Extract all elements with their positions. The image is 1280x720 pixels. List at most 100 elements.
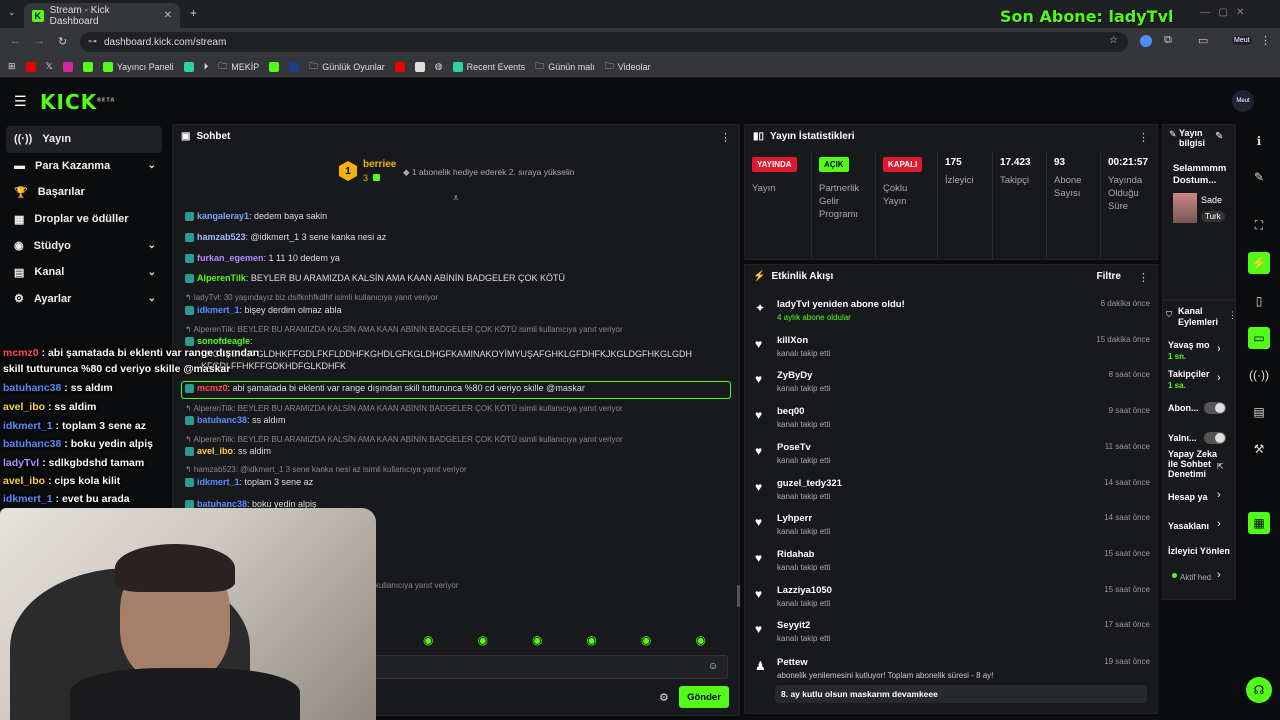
chat-username[interactable]: hamzab523 [197,232,246,242]
bookmark-gunluk-oyunlar[interactable]: 🗀 Günlük Oyunlar [309,59,385,75]
chevron-right-icon[interactable]: › [1217,489,1221,501]
external-link-icon[interactable]: ⇱ [1217,462,1224,471]
browser-tab[interactable]: K Stream - Kick Dashboard ✕ [24,3,180,28]
activity-item[interactable]: ♥ Lyhperr kanalı takip etti 14 saat önce [755,513,1150,549]
apps-grid-icon[interactable]: ⊞ [8,61,16,72]
sidebar-item-yayin[interactable]: ((·)) Yayın [6,126,162,153]
youtube-bookmark-icon[interactable] [25,61,36,72]
bookmark-videolar[interactable]: 🗀 Videolar [605,59,651,75]
bookmark-recent-events[interactable]: Recent Events [452,61,525,72]
support-headset-icon[interactable]: ☊ [1246,677,1272,703]
sidebar-item-droplar[interactable]: ▦ Droplar ve ödüller [0,206,170,233]
sidepanel-icon[interactable]: ▭ [1198,34,1208,47]
sidebar-item-para-kazanma[interactable]: ▬ Para Kazanma ⌄ [0,153,170,180]
chat-username[interactable]: batuhanc38 [197,415,247,425]
new-tab-icon[interactable]: + [190,6,197,20]
browser-menu-icon[interactable]: ⋮ [1260,34,1271,47]
kick-bookmark-icon-2[interactable] [269,61,280,72]
lightning-icon[interactable]: ⚡ [1248,252,1270,274]
sidebar-item-ayarlar[interactable]: ⚙ Ayarlar ⌄ [0,286,170,313]
wrench-icon[interactable]: ⚒ [1248,438,1270,460]
chat-scrollbar[interactable] [737,585,740,607]
extensions-puzzle-icon[interactable]: ⧉ [1164,34,1172,47]
action-followers-only[interactable]: Takipçiler 1 sa. [1168,369,1209,391]
action-ai-moderation[interactable]: Yapay Zeka ile Sohbet Denetimi [1168,449,1218,479]
edit-icon[interactable]: ✎ [1248,166,1270,188]
user-avatar[interactable]: Meut [1232,90,1254,112]
hamburger-menu-icon[interactable]: ☰ [14,93,27,110]
bookmark-icon-b[interactable]: ⏵ [204,61,209,72]
tab-list-icon[interactable]: ⌄ [8,7,16,18]
activity-item[interactable]: ♥ beq00 kanalı takip etti 9 saat önce [755,406,1150,442]
emote-quickbar[interactable]: ◉◉◉◉◉◉ [423,633,750,647]
edit-icon[interactable]: ✎ [1215,131,1223,142]
globe-icon[interactable]: ◍ [435,61,443,72]
stats-menu-icon[interactable]: ⋮ [1138,131,1149,144]
broadcast-icon[interactable]: ((·)) [1248,364,1270,386]
action-viewer-redirect[interactable]: İzleyici Yönlen [1168,546,1230,557]
activity-item[interactable]: ♥ PoseTv kanalı takip etti 11 saat önce [755,442,1150,478]
channel-actions-menu-icon[interactable]: ⋮ [1228,310,1237,321]
bookmark-yayinci-paneli[interactable]: Yayıncı Paneli [102,61,174,72]
url-field[interactable]: ⊶ dashboard.kick.com/stream ☆ [80,32,1128,52]
clipboard-icon[interactable]: ▤ [1248,401,1270,423]
emoji-icon[interactable]: ☺ [708,661,718,672]
gifter-name[interactable]: berriee [363,159,396,170]
send-button[interactable]: Gönder [679,686,729,708]
chat-username[interactable]: furkan_egemen [197,253,264,263]
activity-item[interactable]: ♥ Lazziya1050 kanalı takip etti 15 saat önc… [755,585,1150,621]
clapperboard-icon[interactable]: ▦ [1248,512,1270,534]
chevron-right-icon[interactable]: › [1217,372,1221,384]
activity-item[interactable]: ♥ guzel_tedy321 kanalı takip etti 14 saat ö… [755,478,1150,514]
bookmark-gunun-mali[interactable]: 🗀 Günün malı [535,59,595,75]
bookmark-icon-d[interactable] [414,61,425,72]
chevron-right-icon[interactable]: › [1217,569,1221,581]
chat-username[interactable]: avel_ibo [197,446,233,456]
info-icon[interactable]: ℹ [1248,130,1270,152]
kick-bookmark-icon[interactable] [82,61,93,72]
sidebar-item-basarilar[interactable]: 🏆 Başarılar [0,179,170,206]
chat-username[interactable]: idkmert_1 [197,477,240,487]
chat-username[interactable]: kangaleray1 [197,211,249,221]
activity-item[interactable]: ♥ killXon kanalı takip etti 15 dakika önce [755,335,1150,371]
activity-item[interactable]: ♥ Ridahab kanalı takip etti 15 saat önce [755,549,1150,585]
back-icon[interactable]: ← [10,35,21,47]
forward-icon[interactable]: → [34,35,45,47]
subscribers-only-toggle[interactable] [1204,402,1226,414]
profile-avatar[interactable]: Meut [1232,36,1252,45]
action-account-age[interactable]: Hesap ya [1168,492,1208,503]
close-tab-icon[interactable]: ✕ [164,10,172,21]
chat-input[interactable] [373,655,728,679]
chat-menu-icon[interactable]: ⋮ [720,131,731,144]
site-info-icon[interactable]: ⊶ [88,36,97,47]
action-slow-mode[interactable]: Yavaş mo 1 sn. [1168,340,1210,362]
action-active-target[interactable]: Aktif hed [1180,572,1211,583]
x-bookmark-icon[interactable]: 𝕏 [46,61,53,72]
chevron-right-icon[interactable]: › [1217,343,1221,355]
bookmark-icon-c[interactable] [289,61,300,72]
chevron-right-icon[interactable]: › [1217,518,1221,530]
activity-item[interactable]: ♥ Seyyit2 kanalı takip etti 17 saat önce [755,620,1150,656]
chat-settings-gear-icon[interactable]: ⚙ [659,691,669,704]
emote-only-toggle[interactable] [1204,432,1226,444]
filter-button[interactable]: Filtre [1097,271,1121,282]
screenshot-icon[interactable]: ⛶ [1248,214,1270,236]
activity-item[interactable]: ✦ ladyTvl yeniden abone oldu! 4 aylık abon… [755,299,1150,335]
action-banned[interactable]: Yasaklanı [1168,521,1209,532]
collapse-pinned-icon[interactable]: ⩡ [453,193,459,204]
youtube-bookmark-icon-2[interactable] [394,61,405,72]
instagram-bookmark-icon[interactable] [62,61,73,72]
activity-item[interactable]: ♥ ZyByDy kanalı takip etti 8 saat önce [755,370,1150,406]
chat-icon[interactable]: ▭ [1248,327,1270,349]
kick-logo[interactable]: KICKBETA [40,90,115,114]
activity-menu-icon[interactable]: ⋮ [1138,271,1149,284]
document-icon[interactable]: ▯ [1248,290,1270,312]
bookmark-star-icon[interactable]: ☆ [1109,35,1118,46]
sidebar-item-studyo[interactable]: ◉ Stüdyo ⌄ [0,232,170,259]
chat-username[interactable]: sonofdeagle [197,336,250,346]
sidebar-item-kanal[interactable]: ▤ Kanal ⌄ [0,259,170,286]
chat-username[interactable]: AlperenTilk [197,273,246,283]
extension-icon[interactable] [1140,35,1152,47]
reload-icon[interactable]: ↻ [58,35,67,48]
chat-username[interactable]: idkmert_1 [197,305,240,315]
